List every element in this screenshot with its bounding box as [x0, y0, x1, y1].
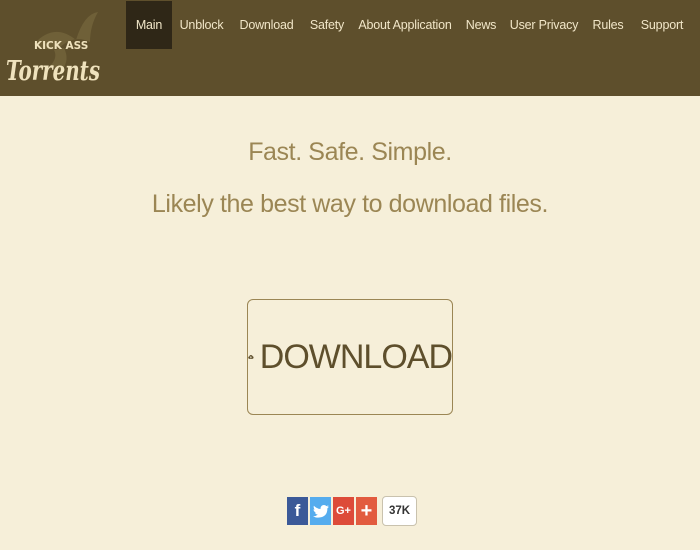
nav-item-news[interactable]: News — [458, 1, 504, 49]
share-count: 37K — [382, 496, 418, 526]
more-share-button[interactable]: + — [356, 497, 377, 525]
nav-item-support[interactable]: Support — [632, 1, 692, 49]
social-share-bar: f G+ + 37K — [287, 496, 418, 526]
site-header: KICK ASS Torrents Main Unblock Download … — [0, 0, 700, 96]
google-plus-share-button[interactable]: G+ — [333, 497, 354, 525]
nav-item-user-privacy[interactable]: User Privacy — [504, 1, 584, 49]
logo-text-main: Torrents — [6, 56, 100, 87]
nav-item-main[interactable]: Main — [126, 1, 172, 49]
subtitle: Likely the best way to download files. — [151, 190, 549, 218]
download-button-label: DOWNLOAD — [259, 337, 453, 376]
nav-item-unblock[interactable]: Unblock — [172, 1, 231, 49]
plus-icon: + — [360, 499, 373, 522]
logo-text-top: KICK ASS — [34, 40, 88, 52]
nav-item-rules[interactable]: Rules — [584, 1, 632, 49]
tagline: Fast. Safe. Simple. — [248, 138, 452, 166]
site-logo[interactable]: KICK ASS Torrents — [4, 4, 104, 92]
logo-graphic: KICK ASS Torrents — [6, 12, 100, 87]
facebook-share-button[interactable]: f — [287, 497, 308, 525]
twitter-share-button[interactable] — [310, 497, 331, 525]
cloud-download-icon — [248, 354, 254, 359]
main-nav: Main Unblock Download Safety About Appli… — [126, 1, 692, 49]
nav-item-download[interactable]: Download — [231, 1, 302, 49]
nav-item-about-application[interactable]: About Application — [352, 1, 458, 49]
nav-item-safety[interactable]: Safety — [302, 1, 352, 49]
facebook-icon: f — [294, 501, 301, 520]
google-plus-icon: G+ — [336, 505, 351, 517]
twitter-icon — [312, 504, 329, 518]
download-button[interactable]: DOWNLOAD — [247, 299, 453, 415]
